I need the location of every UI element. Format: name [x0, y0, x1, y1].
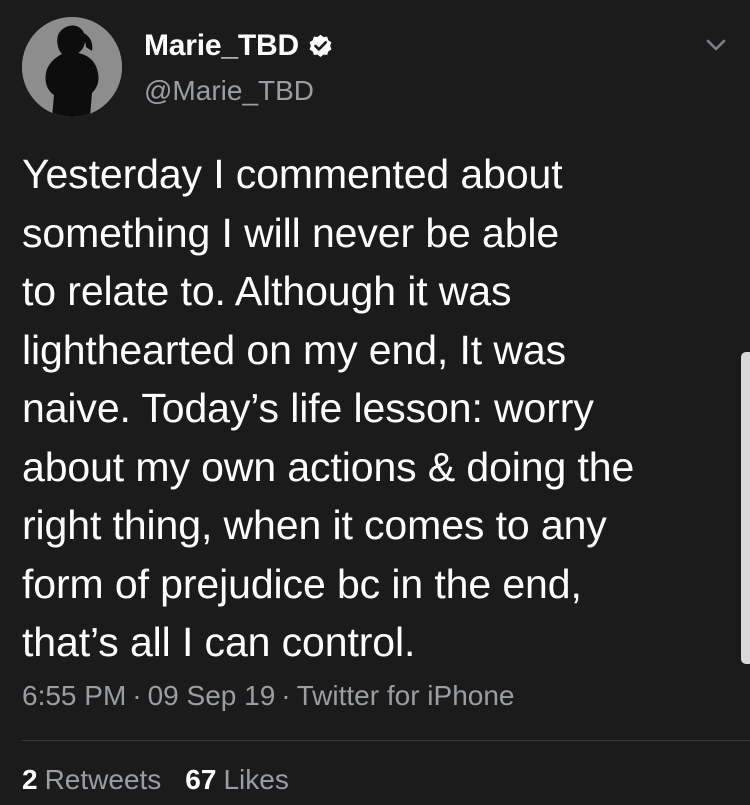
- avatar-silhouette: [22, 17, 122, 117]
- display-name[interactable]: Marie_TBD: [144, 29, 299, 63]
- likes-count: 67: [185, 764, 217, 795]
- tweet-stats: 2 Retweets 67 Likes: [22, 760, 289, 800]
- divider: [22, 740, 750, 741]
- tweet-text: Yesterday I commented about something I …: [22, 151, 635, 665]
- tweet-meta: 6:55 PM · 09 Sep 19 · Twitter for iPhone: [22, 677, 514, 715]
- likes-label: Likes: [223, 764, 289, 795]
- tweet-time: 6:55 PM: [22, 680, 127, 711]
- avatar[interactable]: [22, 17, 122, 117]
- tweet-date: 09 Sep 19: [147, 680, 276, 711]
- tweet-source[interactable]: Twitter for iPhone: [297, 680, 515, 712]
- verified-badge-icon: [307, 33, 334, 60]
- scrollbar[interactable]: [741, 352, 750, 664]
- likes-stat[interactable]: 67 Likes: [185, 764, 289, 796]
- display-name-row: Marie_TBD: [144, 26, 334, 66]
- user-handle[interactable]: @Marie_TBD: [144, 75, 314, 107]
- retweets-label: Retweets: [44, 764, 162, 795]
- retweets-stat[interactable]: 2 Retweets: [22, 764, 161, 796]
- retweets-count: 2: [22, 764, 38, 795]
- chevron-down-icon[interactable]: [702, 34, 730, 56]
- tweet-detail: Marie_TBD @Marie_TBD Yesterday I comment…: [0, 0, 750, 805]
- meta-separator: ·: [281, 680, 291, 711]
- meta-separator: ·: [132, 680, 142, 711]
